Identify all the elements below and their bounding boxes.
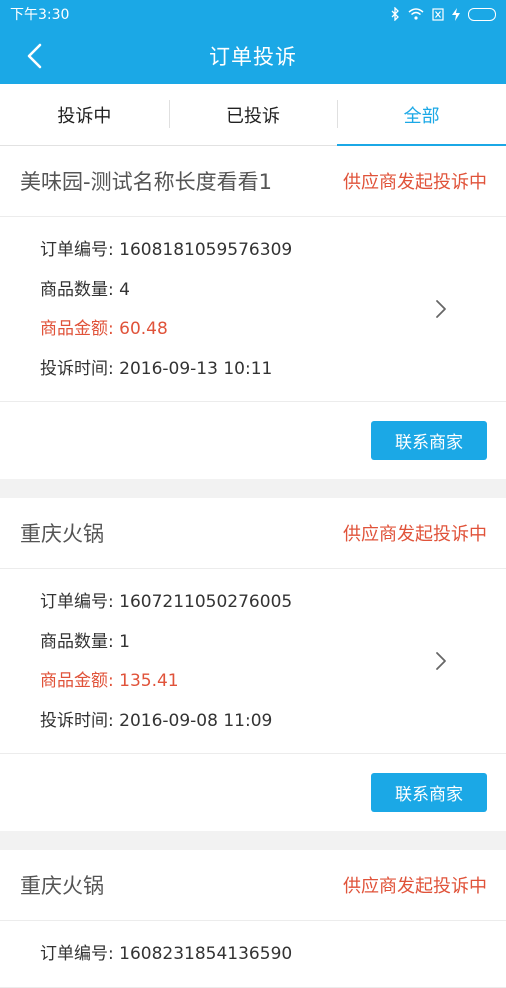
amount-label: 商品金额: <box>40 671 120 691</box>
order-detail[interactable]: 订单编号: 1607211050276005 商品数量: 1 商品金额: 135… <box>0 569 506 754</box>
bluetooth-icon <box>391 7 399 21</box>
complaint-status: 供应商发起投诉中 <box>343 524 487 545</box>
nav-bar: 订单投诉 <box>0 28 506 84</box>
card-footer: 联系商家 <box>0 402 506 479</box>
order-number-value: 1608231854136590 <box>119 944 293 964</box>
quantity-label: 商品数量: <box>40 279 120 300</box>
tab-complained[interactable]: 已投诉 <box>168 84 338 145</box>
order-number-row: 订单编号: 1608181059576309 <box>40 231 446 271</box>
tab-all[interactable]: 全部 <box>337 84 506 146</box>
order-number-row: 订单编号: 1607211050276005 <box>40 583 446 623</box>
complaint-list: 美味园-测试名称长度看看1 供应商发起投诉中 订单编号: 16081810595… <box>0 146 506 988</box>
quantity-label: 商品数量: <box>40 631 120 652</box>
complaint-time-value: 2016-09-08 11:09 <box>119 710 273 731</box>
complaint-time-label: 投诉时间: <box>40 358 120 379</box>
order-detail[interactable]: 订单编号: 1608181059576309 商品数量: 4 商品金额: 60.… <box>0 217 506 402</box>
complaint-time-row: 投诉时间: 2016-09-08 11:09 <box>40 702 446 742</box>
chevron-right-icon <box>436 652 446 670</box>
tab-bar: 投诉中 已投诉 全部 <box>0 84 506 146</box>
card-header: 重庆火锅 供应商发起投诉中 <box>0 850 506 921</box>
shop-name: 重庆火锅 <box>20 522 104 546</box>
quantity-row: 商品数量: 1 <box>40 623 446 663</box>
order-number-label: 订单编号: <box>40 944 120 964</box>
order-number-value: 1608181059576309 <box>119 240 293 260</box>
status-bar: 下午3:30 <box>0 0 506 28</box>
complaint-card: 重庆火锅 供应商发起投诉中 订单编号: 1607211050276005 商品数… <box>0 498 506 831</box>
order-number-label: 订单编号: <box>40 240 120 260</box>
amount-value: 135.41 <box>119 671 179 691</box>
amount-label: 商品金额: <box>40 319 120 339</box>
shop-name: 重庆火锅 <box>20 874 104 898</box>
complaint-time-label: 投诉时间: <box>40 710 120 731</box>
complaint-time-value: 2016-09-13 10:11 <box>119 358 273 379</box>
quantity-value: 1 <box>119 631 130 652</box>
status-icons <box>391 7 496 21</box>
page-title: 订单投诉 <box>209 45 297 69</box>
complaint-status: 供应商发起投诉中 <box>343 876 487 897</box>
card-header: 重庆火锅 供应商发起投诉中 <box>0 498 506 569</box>
sim-icon <box>432 7 444 21</box>
chevron-right-icon <box>436 300 446 318</box>
amount-row: 商品金额: 135.41 <box>40 662 446 702</box>
order-number-value: 1607211050276005 <box>119 592 293 612</box>
complaint-card: 美味园-测试名称长度看看1 供应商发起投诉中 订单编号: 16081810595… <box>0 146 506 479</box>
app-header: 下午3:30 订单投诉 <box>0 0 506 84</box>
complaint-status: 供应商发起投诉中 <box>343 172 487 193</box>
quantity-row: 商品数量: 4 <box>40 271 446 311</box>
amount-row: 商品金额: 60.48 <box>40 310 446 350</box>
wifi-icon <box>408 8 424 20</box>
order-detail[interactable]: 订单编号: 1608231854136590 <box>0 921 506 988</box>
order-number-label: 订单编号: <box>40 592 120 612</box>
card-footer: 联系商家 <box>0 754 506 831</box>
charging-icon <box>452 7 460 21</box>
tab-in-progress[interactable]: 投诉中 <box>0 84 169 145</box>
shop-name: 美味园-测试名称长度看看1 <box>20 170 272 194</box>
contact-merchant-button[interactable]: 联系商家 <box>371 421 487 460</box>
status-time: 下午3:30 <box>10 7 70 23</box>
back-button[interactable] <box>18 40 50 72</box>
complaint-time-row: 投诉时间: 2016-09-13 10:11 <box>40 350 446 390</box>
amount-value: 60.48 <box>119 319 168 339</box>
contact-merchant-button[interactable]: 联系商家 <box>371 773 487 812</box>
battery-icon <box>468 7 496 21</box>
order-number-row: 订单编号: 1608231854136590 <box>40 935 446 975</box>
quantity-value: 4 <box>119 279 130 300</box>
back-arrow-icon <box>27 43 42 69</box>
complaint-card: 重庆火锅 供应商发起投诉中 订单编号: 1608231854136590 <box>0 850 506 988</box>
card-header: 美味园-测试名称长度看看1 供应商发起投诉中 <box>0 146 506 217</box>
